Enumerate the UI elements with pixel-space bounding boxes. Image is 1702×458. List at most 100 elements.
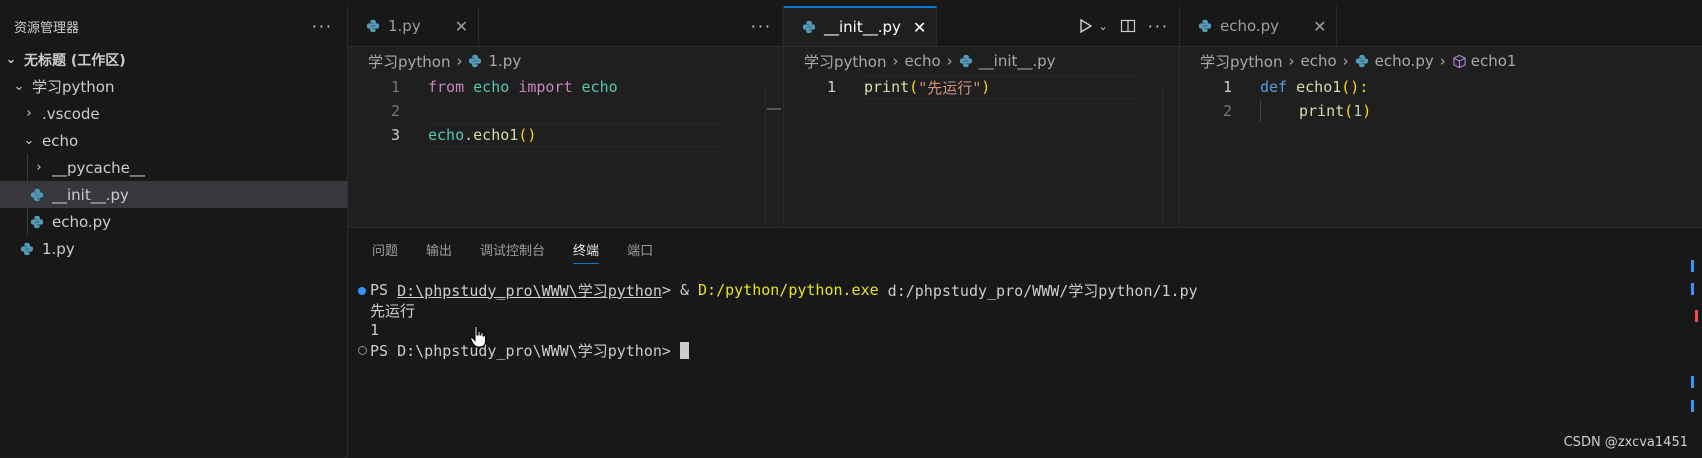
panel-tab-output[interactable]: 输出 (426, 228, 452, 270)
python-file-icon (20, 242, 34, 255)
tree-item-label: 学习python (32, 78, 115, 96)
minimap[interactable] (1162, 84, 1179, 224)
editor-group-2: __init__.py ✕ ⌄ ··· 学习python › echo › __… (783, 6, 1179, 227)
tree-item-file-init[interactable]: __init__.py (0, 181, 347, 208)
tab-1py[interactable]: 1.py ✕ (348, 6, 480, 46)
run-icon[interactable] (1079, 18, 1093, 34)
hand-cursor-icon (470, 325, 486, 348)
terminal-line: PS D:\phpstudy_pro\WWW\学习python> (358, 340, 1702, 360)
indent-guide (27, 154, 28, 181)
scrollbar-marker (1691, 376, 1694, 388)
terminal-line: 1 (358, 320, 1702, 340)
more-actions-icon[interactable]: ··· (1148, 17, 1169, 36)
minimap[interactable] (765, 84, 782, 224)
code-token: from (428, 78, 465, 96)
breadcrumb-folder[interactable]: 学习python (368, 51, 450, 72)
code-token: echo (581, 78, 618, 96)
tab-echo-py[interactable]: echo.py ✕ (1180, 6, 1338, 46)
panel-tabs: 问题 输出 调试控制台 终端 端口 (348, 228, 1702, 270)
editor-group-3: echo.py ✕ 学习python › echo › echo.py › ec… (1179, 6, 1702, 227)
tab-bar: __init__.py ✕ ⌄ ··· (784, 6, 1179, 47)
breadcrumb-file[interactable]: 1.py (488, 52, 521, 70)
code-line: 1 from echo import echo (348, 75, 782, 99)
breadcrumb-folder[interactable]: echo (904, 52, 940, 70)
python-file-icon (1198, 19, 1212, 33)
chevron-right-icon: › (1342, 52, 1349, 70)
breadcrumb: 学习python › echo › echo.py › echo1 (1180, 47, 1702, 75)
terminal-text: PS (370, 281, 398, 299)
tree-item-file-echo[interactable]: echo.py (0, 208, 347, 235)
code-token: echo1 (1296, 78, 1342, 96)
editor-actions: ⌄ ··· (1079, 6, 1169, 46)
line-number: 2 (1222, 102, 1232, 120)
minimap-slider[interactable] (767, 108, 781, 110)
more-actions-icon[interactable]: ··· (751, 17, 772, 36)
tree-item-folder-echo[interactable]: ⌄ echo (0, 127, 347, 154)
breadcrumb-folder[interactable]: echo (1300, 52, 1336, 70)
terminal-cursor (679, 341, 689, 359)
method-cube-icon (1453, 54, 1466, 68)
tab-init-py[interactable]: __init__.py ✕ (784, 6, 938, 46)
chevron-right-icon: › (36, 160, 42, 175)
scrollbar-marker (1695, 310, 1698, 322)
panel-tab-terminal[interactable]: 终端 (573, 228, 600, 270)
command-pending-icon[interactable] (358, 341, 370, 359)
terminal-output: 1 (370, 321, 380, 339)
code-line-current: 1 print("先运行") (784, 75, 1179, 99)
watermark-text: CSDN @zxcva1451 (1563, 435, 1688, 450)
tree-item-label: __pycache__ (52, 158, 145, 177)
line-number: 3 (390, 126, 400, 144)
tree-item-label: __init__.py (52, 185, 129, 204)
close-icon[interactable]: ✕ (913, 18, 926, 37)
close-icon[interactable]: ✕ (1313, 17, 1326, 36)
breadcrumb-file[interactable]: echo.py (1375, 52, 1434, 70)
chevron-right-icon: › (1288, 52, 1295, 70)
python-file-icon (469, 54, 482, 68)
tree-item-folder-xuexi[interactable]: ⌄ 学习python (0, 73, 347, 100)
indent-guide (27, 208, 28, 235)
code-editor[interactable]: 1 from echo import echo 2 3 echo. echo1() (348, 75, 782, 147)
tab-label: __init__.py (824, 18, 901, 36)
chevron-right-icon: › (456, 52, 463, 70)
python-file-icon (30, 215, 44, 228)
indent-guide (27, 181, 28, 208)
code-token: ) (1362, 102, 1372, 120)
code-editor[interactable]: 1 print("先运行") (784, 75, 1179, 99)
more-actions-icon[interactable]: ··· (312, 17, 333, 36)
code-line-current: 1 def echo1 (): (1180, 75, 1702, 99)
terminal-prompt: PS D:\phpstudy_pro\WWW\学习python> (370, 341, 680, 360)
tab-label: echo.py (1220, 17, 1280, 35)
panel-tab-debug-console[interactable]: 调试控制台 (480, 228, 545, 270)
code-editor[interactable]: 1 def echo1 (): 2 print(1) (1180, 75, 1702, 123)
tree-item-folder-pycache[interactable]: › __pycache__ (0, 154, 347, 181)
tree-item-file-1py[interactable]: 1.py (0, 235, 347, 262)
breadcrumb: 学习python › echo › __init__.py (784, 47, 1179, 75)
terminal-path-link[interactable]: D:\phpstudy_pro\WWW\学习python (397, 280, 662, 301)
breadcrumb-symbol[interactable]: echo1 (1471, 52, 1517, 70)
line-number: 1 (1222, 78, 1232, 96)
code-token: 1 (1353, 102, 1363, 120)
workspace-root[interactable]: ⌄ 无标题 (工作区) (0, 46, 347, 73)
chevron-down-icon: ⌄ (5, 52, 17, 67)
tab-bar: echo.py ✕ (1180, 6, 1702, 47)
tree-item-folder-vscode[interactable]: › .vscode (0, 100, 347, 127)
python-file-icon (1355, 54, 1368, 68)
breadcrumb-folder[interactable]: 学习python (1200, 51, 1282, 72)
current-line-highlight (428, 123, 720, 147)
terminal[interactable]: PS D:\phpstudy_pro\WWW\学习python > & D:/py… (348, 280, 1702, 360)
code-line: 2 (348, 99, 782, 123)
terminal-output: 先运行 (370, 301, 416, 320)
breadcrumb-file[interactable]: __init__.py (979, 52, 1056, 70)
command-success-icon[interactable] (358, 281, 370, 299)
chevron-down-icon[interactable]: ⌄ (1099, 20, 1108, 33)
python-file-icon (959, 54, 972, 68)
breadcrumb-folder[interactable]: 学习python (804, 51, 886, 72)
panel-tab-ports[interactable]: 端口 (627, 228, 653, 270)
split-editor-icon[interactable] (1120, 18, 1136, 34)
close-icon[interactable]: ✕ (455, 17, 468, 36)
tab-label: 1.py (388, 17, 421, 35)
panel-tab-problems[interactable]: 问题 (372, 228, 398, 270)
chevron-right-icon: › (1439, 52, 1446, 70)
terminal-text: & (679, 281, 699, 299)
terminal-line: 先运行 (358, 300, 1702, 320)
